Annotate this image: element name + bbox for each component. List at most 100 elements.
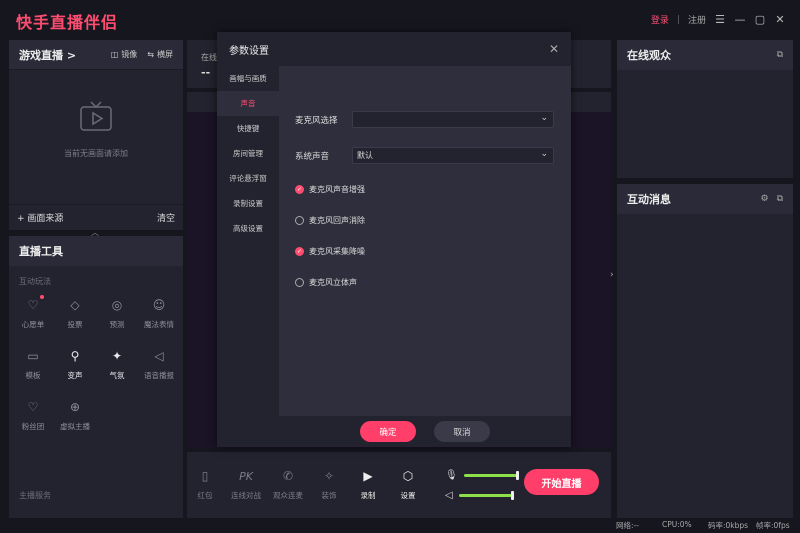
bottom-label: 红包 [197, 491, 213, 500]
tool-virtual-host[interactable]: ⊕ 虚拟主播 [54, 399, 96, 432]
section-services: 主播服务 [19, 491, 51, 500]
cpu-status: CPU:0% [662, 520, 692, 529]
bottom-label: 连线对战 [231, 491, 261, 500]
check-stereo[interactable]: 麦克风立体声 [295, 277, 357, 288]
mirror-button[interactable]: ◫ 镜像 [111, 49, 138, 60]
check-echo-cancel[interactable]: 麦克风回声消除 [295, 215, 365, 226]
messages-title: 互动消息 [627, 193, 671, 206]
system-sound-row: 系统声音 默认 ⌄ [295, 147, 554, 164]
nav-item-recording[interactable]: 录制设置 [217, 191, 279, 216]
check-on-icon[interactable]: ✓ [295, 185, 304, 194]
network-status: 网络:-- [616, 521, 639, 530]
maximize-icon[interactable]: ▢ [754, 13, 766, 26]
system-sound-select[interactable]: 默认 ⌄ [352, 147, 554, 164]
nav-item-comment-overlay[interactable]: 评论悬浮窗 [217, 166, 279, 191]
scene-title[interactable]: 游戏直播 > [19, 47, 101, 63]
menu-icon[interactable]: ☰ [714, 13, 726, 26]
tool-magic-face[interactable]: ☺ 魔法表情 [138, 297, 180, 330]
gear-icon[interactable]: ⚙ [760, 194, 768, 204]
tool-predict[interactable]: ◎ 预测 [96, 297, 138, 330]
tool-template[interactable]: ▭ 模板 [12, 348, 54, 381]
tool-label: 语音播报 [144, 371, 174, 380]
ok-button[interactable]: 确定 [360, 421, 416, 442]
title-bar-actions: 登录 | 注册 ☰ — ▢ ✕ [651, 13, 786, 26]
check-on-icon[interactable]: ✓ [295, 247, 304, 256]
tool-fan-club[interactable]: ♡ 粉丝团 [12, 399, 54, 432]
check-mic-enhance[interactable]: ✓ 麦克风声音增强 [295, 184, 365, 195]
mic-volume-slider[interactable] [463, 471, 519, 480]
decorate-button[interactable]: ✧ 装饰 [317, 468, 341, 501]
tool-speaker[interactable]: ◁ 语音播报 [138, 348, 180, 381]
nav-item-room[interactable]: 房间管理 [217, 141, 279, 166]
clear-button[interactable]: 清空 [157, 211, 175, 224]
chevron-right-icon[interactable]: › [610, 270, 614, 280]
microphone-icon: 🎙 [445, 470, 458, 481]
check-noise-reduce[interactable]: ✓ 麦克风采集降噪 [295, 246, 365, 257]
red-packet-button[interactable]: ▯ 红包 [193, 468, 217, 501]
online-audience-panel: 在线观众 ⧉ [617, 40, 793, 178]
mic-select-label: 麦克风选择 [295, 115, 338, 126]
check-off-icon[interactable] [295, 216, 304, 225]
settings-button[interactable]: ⬡ 设置 [396, 468, 420, 501]
voice-change-icon: ⚲ [70, 349, 80, 363]
landscape-button[interactable]: ⇆ 横屏 [147, 49, 173, 60]
nav-item-hotkeys[interactable]: 快捷键 [217, 116, 279, 141]
collapse-up-icon[interactable]: ︿ [91, 227, 99, 237]
audience-call-button[interactable]: ✆ 观众连麦 [273, 468, 303, 501]
login-link[interactable]: 登录 [651, 13, 669, 26]
magic-face-icon: ☺ [152, 298, 166, 312]
messages-header: 互动消息 ⚙ ⧉ [617, 184, 793, 214]
nav-item-advanced[interactable]: 高级设置 [217, 216, 279, 241]
minimize-icon[interactable]: — [734, 13, 746, 26]
pk-button[interactable]: PK 连线对战 [231, 468, 261, 501]
dialog-footer: 确定 取消 [217, 416, 571, 447]
bottom-label: 设置 [400, 491, 416, 500]
close-icon[interactable]: ✕ [549, 42, 559, 56]
fps-status: 帧率:0fps [756, 521, 790, 530]
tools-panel: 直播工具 互动玩法 ♡ 心愿单 ◇ 投票 ◎ 预测 ☺ 魔法表情 ▭ 模板 ⚲ … [9, 236, 183, 518]
check-off-icon[interactable] [295, 278, 304, 287]
nav-item-audio[interactable]: 声音 [217, 91, 279, 116]
scene-panel: 游戏直播 > ◫ 镜像 ⇆ 横屏 当前无画面请添加 + 画面来源 清空 [9, 40, 183, 230]
tool-wishlist[interactable]: ♡ 心愿单 [12, 295, 54, 330]
close-icon[interactable]: ✕ [774, 13, 786, 26]
online-label: 在线 [201, 53, 217, 62]
red-packet-icon: ▯ [201, 469, 209, 483]
speaker-volume-slider[interactable] [458, 491, 514, 500]
system-sound-label: 系统声音 [295, 151, 330, 162]
landscape-label: 横屏 [157, 50, 173, 59]
tool-party[interactable]: ✦ 气氛 [96, 348, 138, 381]
speaker-volume-knob[interactable] [510, 491, 514, 500]
tool-label: 魔法表情 [144, 320, 174, 329]
add-source-button[interactable]: + 画面来源 [17, 211, 157, 224]
predict-icon: ◎ [111, 298, 123, 312]
mirror-label: 镜像 [121, 50, 138, 59]
cancel-button[interactable]: 取消 [434, 421, 490, 442]
dialog-header: 参数设置 ✕ [217, 32, 571, 66]
tool-grid: ♡ 心愿单 ◇ 投票 ◎ 预测 ☺ 魔法表情 ▭ 模板 ⚲ 变声 ✦ 气氛 ◁ [9, 287, 183, 432]
tools-header: 直播工具 [9, 236, 183, 266]
scene-header: 游戏直播 > ◫ 镜像 ⇆ 横屏 [9, 40, 183, 70]
tool-vote[interactable]: ◇ 投票 [54, 297, 96, 330]
phone-icon: ✆ [282, 469, 294, 483]
mic-volume: 🎙 [445, 470, 519, 481]
popout-icon[interactable]: ⧉ [777, 194, 783, 204]
mic-select-row: 麦克风选择 ⌄ [295, 111, 554, 128]
settings-body: 麦克风选择 ⌄ 系统声音 默认 ⌄ ✓ 麦克风声音增强 麦克风回声消除 ✓ 麦克… [279, 66, 571, 416]
mic-select[interactable]: ⌄ [352, 111, 554, 128]
tv-icon [79, 100, 113, 131]
start-live-button[interactable]: 开始直播 [524, 469, 599, 495]
bottom-label: 录制 [360, 491, 376, 500]
tool-voice-change[interactable]: ⚲ 变声 [54, 348, 96, 381]
mic-volume-knob[interactable] [515, 471, 519, 480]
popout-icon[interactable]: ⧉ [777, 50, 783, 60]
vote-icon: ◇ [70, 298, 80, 312]
nav-item-video[interactable]: 画幅与画质 [217, 66, 279, 91]
check-label: 麦克风采集降噪 [309, 247, 365, 256]
record-button[interactable]: ▶ 录制 [356, 468, 380, 501]
template-icon: ▭ [27, 349, 39, 363]
online-audience-title: 在线观众 [627, 49, 671, 62]
register-link[interactable]: 注册 [688, 13, 706, 26]
tool-label: 粉丝团 [21, 422, 45, 431]
settings-nav: 画幅与画质 声音 快捷键 房间管理 评论悬浮窗 录制设置 高级设置 [217, 66, 279, 416]
